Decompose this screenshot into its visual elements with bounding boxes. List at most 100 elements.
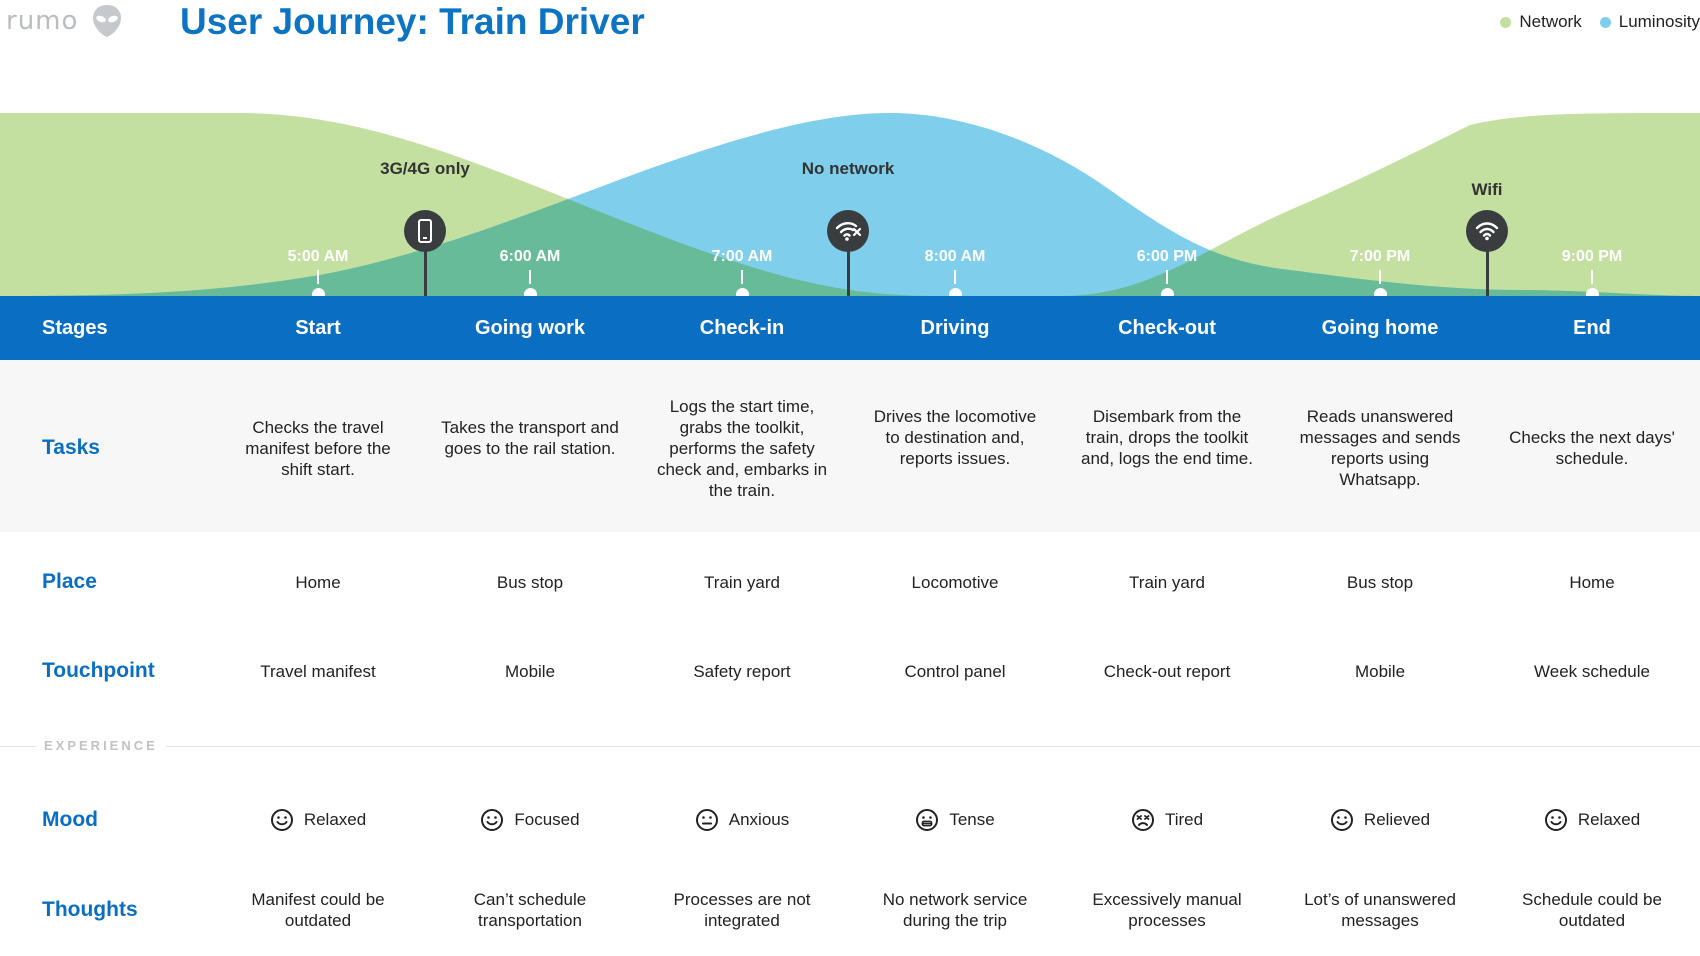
place-cell: Bus stop <box>1346 573 1414 592</box>
touchpoint-cell: Travel manifest <box>260 662 376 681</box>
place-cell: Home <box>1569 573 1615 592</box>
time-label: 7:00 AM <box>711 248 773 265</box>
pin-label: 3G/4G only <box>380 159 470 178</box>
time-label: 6:00 AM <box>499 248 561 265</box>
task-cell: Reads unanswered messages and sends repo… <box>1299 407 1461 489</box>
legend-item-luminosity: Luminosity <box>1599 12 1700 32</box>
place-cell: Locomotive <box>911 573 999 592</box>
place-cell: Train yard <box>704 573 780 592</box>
stages-row-label: Stages <box>42 317 108 339</box>
legend: Network Luminosity <box>1500 12 1700 32</box>
thought-cell: Manifest could be outdated <box>251 890 385 930</box>
wifi-icon <box>1475 222 1499 241</box>
time-label: 6:00 PM <box>1136 248 1198 265</box>
stage-check-in: Check-in <box>699 317 785 339</box>
mood-text: Relaxed <box>1577 810 1641 829</box>
time-tick <box>1591 270 1593 284</box>
tasks-row-label: Tasks <box>42 436 100 459</box>
legend-swatch-network <box>1500 16 1512 28</box>
mood-cell: Anxious <box>642 808 842 832</box>
time-tick <box>529 270 531 284</box>
mood-text: Relaxed <box>303 810 367 829</box>
mood-text: Tense <box>949 810 995 829</box>
thought-cell: No network service during the trip <box>882 890 1028 930</box>
stage-check-out: Check-out <box>1118 317 1216 339</box>
stage-going-work: Going work <box>475 317 585 339</box>
experience-divider <box>0 746 1700 747</box>
network-luminosity-waves <box>0 113 1700 296</box>
experience-section-label: EXPERIENCE <box>36 738 166 753</box>
pin-stem <box>1485 250 1489 296</box>
mood-text: Tired <box>1164 810 1204 829</box>
pin-marker <box>827 210 869 252</box>
smile-icon <box>1330 809 1353 831</box>
task-cell: Logs the start time, grabs the toolkit, … <box>656 397 828 500</box>
pin-stem <box>423 250 427 296</box>
time-label: 5:00 AM <box>287 248 349 265</box>
pin-marker <box>404 210 446 252</box>
time-tick <box>954 270 956 284</box>
logo-text: rumo <box>6 6 79 36</box>
grimace-icon <box>916 809 939 831</box>
stage-end: End <box>1573 317 1611 339</box>
stages-bar: Stages Start Going work Check-in Driving… <box>0 296 1700 360</box>
thought-cell: Lot’s of unanswered messages <box>1304 890 1456 930</box>
legend-label-network: Network <box>1519 12 1582 31</box>
task-cell: Disembark from the train, drops the tool… <box>1080 407 1253 468</box>
time-label: 7:00 PM <box>1349 248 1411 265</box>
touchpoint-cell: Control panel <box>904 662 1006 681</box>
touchpoint-cell: Mobile <box>504 662 556 681</box>
smile-icon <box>270 809 293 831</box>
touchpoint-cell: Week schedule <box>1534 662 1650 681</box>
mood-cell: Relaxed <box>218 808 418 832</box>
brand-logo: rumo <box>6 4 122 38</box>
pin-label: No network <box>801 159 895 178</box>
task-cell: Checks the travel manifest before the sh… <box>245 418 391 479</box>
wifi-off-icon <box>835 222 861 241</box>
thought-cell: Can’t schedule transportation <box>473 890 587 930</box>
task-cell: Drives the locomotive to destination and… <box>873 407 1037 468</box>
time-tick <box>317 270 319 284</box>
touchpoint-row-label: Touchpoint <box>42 659 155 682</box>
mood-row-label: Mood <box>42 808 98 831</box>
page-title: User Journey: Train Driver <box>180 1 645 42</box>
thoughts-row-label: Thoughts <box>42 898 138 921</box>
mood-cell: Relaxed <box>1492 808 1692 832</box>
mobile-phone-icon <box>418 219 432 243</box>
place-cell: Train yard <box>1129 573 1205 592</box>
time-label: 8:00 AM <box>924 248 986 265</box>
legend-label-luminosity: Luminosity <box>1618 12 1700 31</box>
mood-cell: Focused <box>430 808 630 832</box>
task-cell: Takes the transport and goes to the rail… <box>441 418 619 458</box>
touchpoint-cell: Mobile <box>1354 662 1406 681</box>
legend-item-network: Network <box>1500 12 1582 32</box>
time-tick <box>741 270 743 284</box>
pin-label: Wifi <box>1471 180 1503 199</box>
place-cell: Home <box>295 573 341 592</box>
alien-mascot-icon <box>93 5 122 37</box>
thought-cell: Schedule could be outdated <box>1522 890 1662 930</box>
mood-text: Focused <box>514 810 580 829</box>
thought-cell: Processes are not integrated <box>673 890 811 930</box>
time-tick <box>1379 270 1381 284</box>
time-tick <box>1166 270 1168 284</box>
stage-start: Start <box>295 317 341 339</box>
mood-cell: Relieved <box>1280 808 1480 832</box>
touchpoint-cell: Check-out report <box>1103 662 1231 681</box>
place-row-label: Place <box>42 570 97 593</box>
mood-cell: Tense <box>855 808 1055 832</box>
neutral-face-icon <box>695 809 718 831</box>
mood-text: Anxious <box>728 810 790 829</box>
pin-marker <box>1466 210 1508 252</box>
legend-swatch-luminosity <box>1599 16 1611 28</box>
mood-cell: Tired <box>1067 808 1267 832</box>
time-label: 9:00 PM <box>1561 248 1623 265</box>
task-cell: Checks the next days' schedule. <box>1509 428 1675 468</box>
thought-cell: Excessively manual processes <box>1092 890 1242 930</box>
mood-text: Relieved <box>1363 810 1431 829</box>
pin-stem <box>846 250 850 296</box>
stage-going-home: Going home <box>1321 317 1439 339</box>
tired-face-icon <box>1131 809 1154 831</box>
stage-driving: Driving <box>920 317 990 339</box>
touchpoint-cell: Safety report <box>693 662 791 681</box>
